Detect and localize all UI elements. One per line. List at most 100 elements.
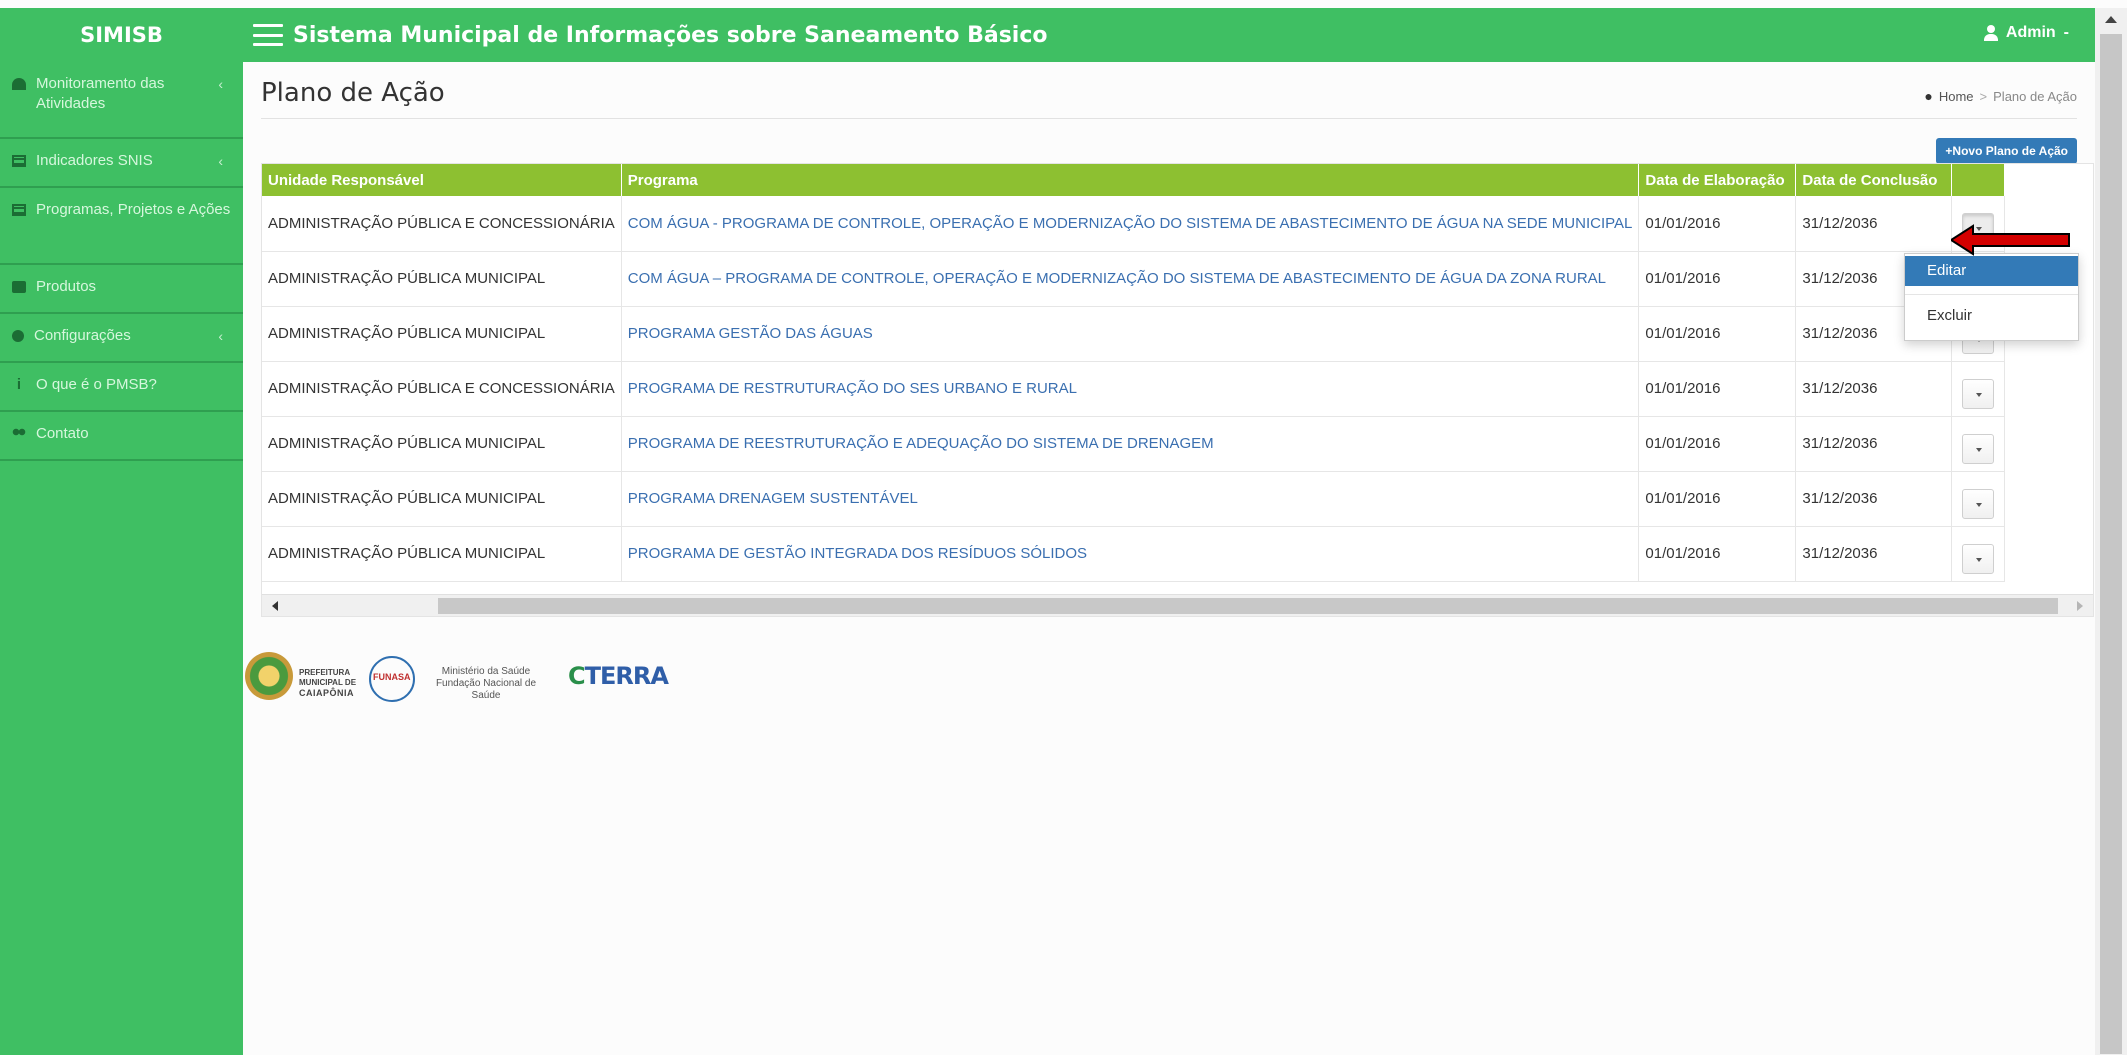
- breadcrumb-home-link[interactable]: Home: [1939, 89, 1974, 104]
- edit-menu-item[interactable]: Editar: [1905, 256, 2078, 286]
- sidebar-item-label: Programas, Projetos e Ações: [36, 201, 231, 218]
- user-caret: -: [2063, 24, 2069, 41]
- info-icon: i: [16, 376, 22, 393]
- cell-elaboracao: 01/01/2016: [1638, 471, 1797, 527]
- scroll-right-icon[interactable]: [2077, 601, 2083, 611]
- cell-conclusao: 31/12/2036: [1795, 526, 1953, 582]
- table-row: ADMINISTRAÇÃO PÚBLICA MUNICIPAL PROGRAMA…: [262, 471, 2006, 527]
- program-link[interactable]: PROGRAMA DE GESTÃO INTEGRADA DOS RESÍDUO…: [621, 526, 1640, 582]
- column-header-actions: [1951, 164, 2006, 196]
- program-link[interactable]: PROGRAMA DRENAGEM SUSTENTÁVEL: [621, 471, 1640, 527]
- sidebar: Monitoramento das Atividades ‹ Indicador…: [0, 62, 243, 1055]
- cell-unidade: ADMINISTRAÇÃO PÚBLICA MUNICIPAL: [262, 306, 622, 362]
- sidebar-item-label: Configurações: [34, 327, 131, 344]
- cell-conclusao: 31/12/2036: [1795, 196, 1953, 252]
- logo-funasa-text: FUNASA: [373, 672, 411, 682]
- action-plan-table: Unidade Responsável Programa Data de Ela…: [262, 164, 2006, 582]
- brand-title: SIMISB: [80, 23, 163, 47]
- app-title: Sistema Municipal de Informações sobre S…: [293, 22, 1048, 48]
- table-icon: [12, 204, 26, 216]
- cell-actions: [1951, 526, 2006, 582]
- caiaponia-logo: PREFEITURA MUNICIPAL DE CAIAPÔNIA: [299, 668, 359, 698]
- chevron-left-icon: ‹: [218, 76, 223, 92]
- sidebar-item-configuracoes[interactable]: Configurações ‹: [0, 314, 243, 363]
- logo-prefeitura-text: PREFEITURA MUNICIPAL DE: [299, 668, 357, 687]
- program-link[interactable]: PROGRAMA DE RESTRUTURAÇÃO DO SES URBANO …: [621, 361, 1640, 417]
- cell-elaboracao: 01/01/2016: [1638, 416, 1797, 472]
- cell-conclusao: 31/12/2036: [1795, 361, 1953, 417]
- sidebar-item-label: O que é o PMSB?: [36, 376, 157, 393]
- breadcrumb-current: Plano de Ação: [1993, 88, 2077, 104]
- user-label: Admin: [2005, 24, 2056, 41]
- cell-elaboracao: 01/01/2016: [1638, 526, 1797, 582]
- scroll-up-icon[interactable]: [2105, 16, 2117, 23]
- row-actions-dropdown-button[interactable]: [1962, 433, 1995, 464]
- delete-menu-item[interactable]: Excluir: [1905, 301, 2078, 331]
- program-link[interactable]: PROGRAMA GESTÃO DAS ÁGUAS: [621, 306, 1640, 362]
- row-actions-dropdown-button[interactable]: [1962, 378, 1995, 409]
- cell-unidade: ADMINISTRAÇÃO PÚBLICA MUNICIPAL: [262, 526, 622, 582]
- group-icon: [12, 428, 26, 440]
- program-link[interactable]: COM ÁGUA - PROGRAMA DE CONTROLE, OPERAÇÃ…: [621, 196, 1640, 252]
- cell-unidade: ADMINISTRAÇÃO PÚBLICA E CONCESSIONÁRIA: [262, 196, 622, 252]
- main-content: Plano de Ação ● Home > Plano de Ação +No…: [243, 62, 2095, 1055]
- column-header-programa[interactable]: Programa: [621, 164, 1640, 196]
- table-row: ADMINISTRAÇÃO PÚBLICA MUNICIPAL COM ÁGUA…: [262, 251, 2006, 307]
- logo-caiaponia-text: CAIAPÔNIA: [299, 688, 355, 698]
- new-action-plan-button[interactable]: +Novo Plano de Ação: [1936, 138, 2077, 164]
- sidebar-item-monitoramento[interactable]: Monitoramento das Atividades ‹: [0, 62, 243, 139]
- vertical-scrollbar[interactable]: [2095, 8, 2127, 1055]
- sidebar-item-label: Contato: [36, 425, 89, 442]
- title-divider: [261, 118, 2077, 119]
- sidebar-item-produtos[interactable]: Produtos: [0, 265, 243, 314]
- horizontal-scrollbar[interactable]: [262, 594, 2093, 616]
- cell-actions: [1951, 416, 2006, 472]
- chevron-left-icon: ‹: [218, 328, 223, 344]
- brand-logo[interactable]: SIMISB: [0, 8, 243, 62]
- terra-logo: CTERRA: [568, 662, 669, 690]
- program-link[interactable]: COM ÁGUA – PROGRAMA DE CONTROLE, OPERAÇÃ…: [621, 251, 1640, 307]
- cell-unidade: ADMINISTRAÇÃO PÚBLICA MUNICIPAL: [262, 471, 622, 527]
- caiaponia-seal-icon: [245, 652, 293, 700]
- cell-actions: [1951, 471, 2006, 527]
- dashboard-icon: ●: [1924, 88, 1933, 104]
- cell-conclusao: 31/12/2036: [1795, 471, 1953, 527]
- sidebar-item-indicadores[interactable]: Indicadores SNIS ‹: [0, 139, 243, 188]
- sidebar-item-label: Produtos: [36, 278, 97, 295]
- dashboard-icon: [12, 78, 26, 90]
- top-navbar: Sistema Municipal de Informações sobre S…: [243, 8, 2095, 62]
- cell-elaboracao: 01/01/2016: [1638, 306, 1797, 362]
- scroll-left-icon[interactable]: [272, 601, 278, 611]
- cell-unidade: ADMINISTRAÇÃO PÚBLICA MUNICIPAL: [262, 416, 622, 472]
- folder-icon: [12, 281, 26, 293]
- column-header-elaboracao[interactable]: Data de Elaboração: [1638, 164, 1797, 196]
- sidebar-item-label: Indicadores SNIS: [36, 152, 153, 169]
- table-row: ADMINISTRAÇÃO PÚBLICA E CONCESSIONÁRIA C…: [262, 196, 2006, 252]
- row-actions-dropdown-button[interactable]: [1962, 488, 1995, 519]
- chevron-left-icon: ‹: [218, 153, 223, 169]
- column-header-unidade[interactable]: Unidade Responsável: [262, 164, 622, 196]
- column-header-conclusao[interactable]: Data de Conclusão: [1795, 164, 1953, 196]
- logo-fundacao-text: Fundação Nacional de Saúde: [435, 678, 537, 701]
- hamburger-menu-icon[interactable]: [253, 24, 283, 46]
- horizontal-scroll-thumb[interactable]: [438, 598, 2058, 614]
- sidebar-item-pmsb[interactable]: i O que é o PMSB?: [0, 363, 243, 412]
- sidebar-item-contato[interactable]: Contato: [0, 412, 243, 461]
- sidebar-item-programas[interactable]: Programas, Projetos e Ações: [0, 188, 243, 265]
- cell-unidade: ADMINISTRAÇÃO PÚBLICA MUNICIPAL: [262, 251, 622, 307]
- breadcrumb-separator: >: [1979, 88, 1988, 104]
- logo-ministerio-text: Ministério da Saúde: [441, 666, 531, 677]
- table-row: ADMINISTRAÇÃO PÚBLICA MUNICIPAL PROGRAMA…: [262, 416, 2006, 472]
- table-row: ADMINISTRAÇÃO PÚBLICA MUNICIPAL PROGRAMA…: [262, 306, 2006, 362]
- page-title: Plano de Ação: [261, 78, 445, 108]
- row-actions-menu: Editar Excluir: [1904, 253, 2079, 341]
- table-row: ADMINISTRAÇÃO PÚBLICA MUNICIPAL PROGRAMA…: [262, 526, 2006, 582]
- action-plan-table-container: Unidade Responsável Programa Data de Ela…: [261, 163, 2094, 617]
- funasa-logo: FUNASA: [369, 656, 415, 702]
- vertical-scroll-thumb[interactable]: [2100, 34, 2122, 1054]
- red-arrow-annotation-icon: [1951, 224, 2070, 256]
- row-actions-dropdown-button[interactable]: [1962, 543, 1995, 574]
- user-menu-button[interactable]: Admin -: [1983, 24, 2069, 42]
- app-window: SIMISB Sistema Municipal de Informações …: [0, 0, 2127, 1055]
- program-link[interactable]: PROGRAMA DE REESTRUTURAÇÃO E ADEQUAÇÃO D…: [621, 416, 1640, 472]
